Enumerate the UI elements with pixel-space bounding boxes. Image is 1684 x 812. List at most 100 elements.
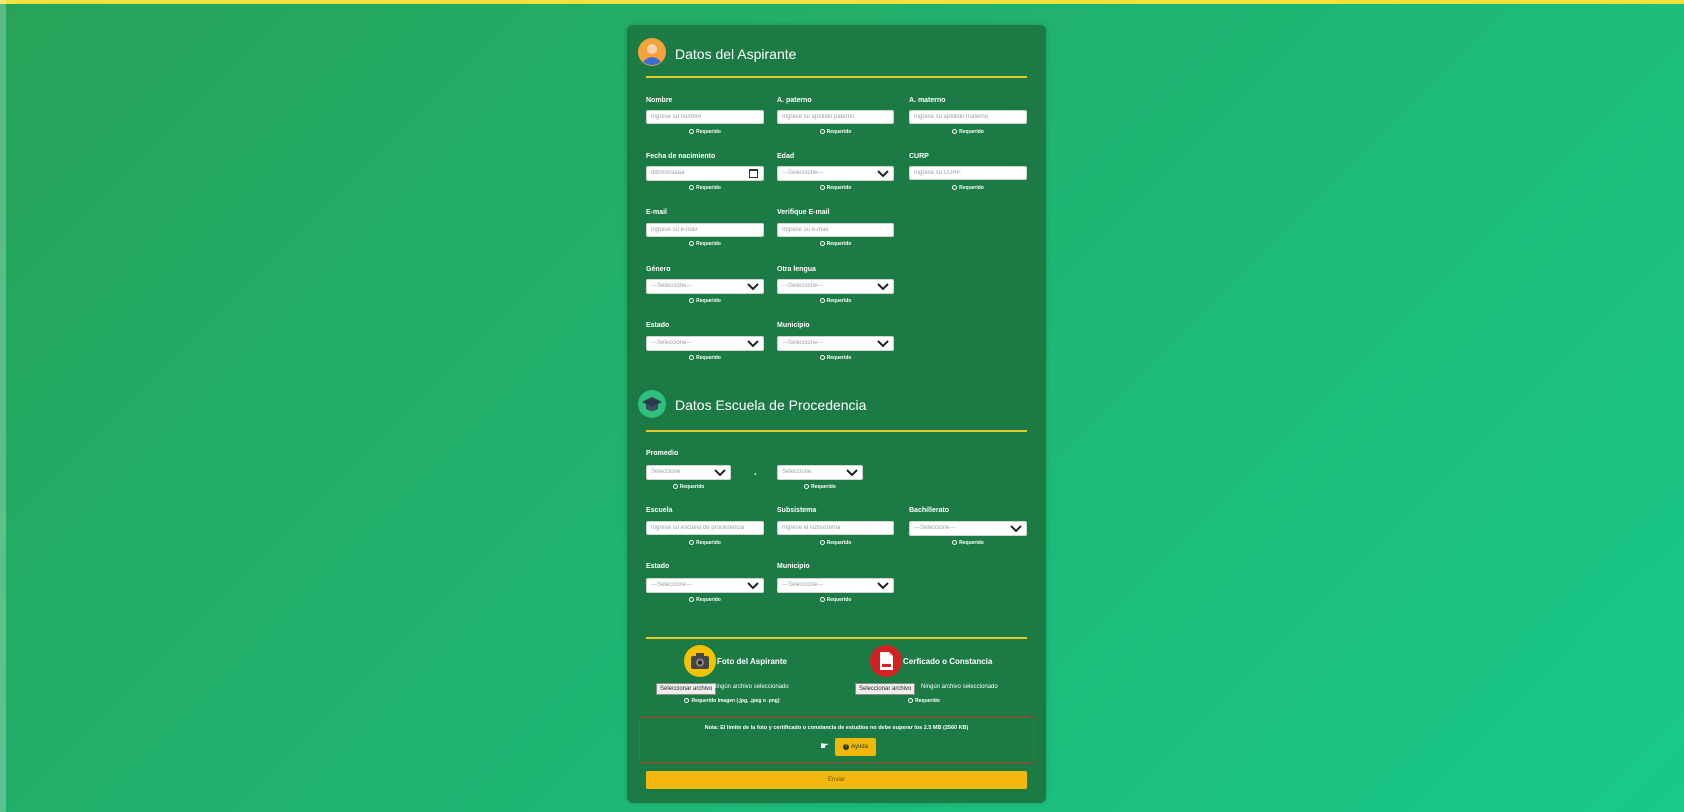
subsistema-label: Subsistema: [777, 507, 817, 514]
help-button[interactable]: ? Ayuda: [835, 738, 876, 756]
required-icon: [672, 484, 678, 489]
section-divider: [646, 76, 1027, 78]
escuela-municipio-select[interactable]: ---Seleccione---: [777, 578, 894, 593]
required-note: Requerido: [646, 540, 764, 546]
top-accent-line: [0, 0, 1684, 4]
info-icon: ?: [843, 744, 850, 750]
required-icon: [689, 597, 695, 602]
camera-icon: [684, 645, 716, 677]
bachillerato-select[interactable]: ---Seleccione---: [909, 521, 1027, 536]
required-note: Requerido: [777, 355, 894, 361]
nombre-input[interactable]: [646, 110, 764, 124]
person-avatar-icon: [638, 38, 666, 66]
promedio-decimal-select[interactable]: Seleccione: [777, 465, 863, 480]
genero-select[interactable]: ---Seleccione---: [646, 279, 764, 294]
required-icon: [819, 185, 825, 190]
required-note: Requerido: [646, 355, 764, 361]
submit-button[interactable]: Enviar: [646, 771, 1027, 789]
materno-label: A. materno: [909, 97, 946, 104]
required-icon: [952, 540, 958, 545]
promedio-separator: .: [754, 467, 757, 478]
paterno-input[interactable]: [777, 110, 894, 124]
calendar-icon: [749, 169, 758, 178]
paterno-label: A. paterno: [777, 97, 812, 104]
section-title-aspirante: Datos del Aspirante: [675, 46, 797, 62]
required-note: Requerido: [909, 129, 1027, 135]
graduation-cap-icon: [638, 390, 666, 418]
chevron-down-icon: [714, 469, 726, 477]
escuela-estado-select[interactable]: ---Seleccione---: [646, 578, 764, 593]
lengua-label: Otra lengua: [777, 266, 816, 273]
required-icon: [689, 129, 695, 134]
chevron-down-icon: [747, 340, 759, 348]
required-icon: [908, 698, 914, 703]
required-note: Requerido: [777, 129, 894, 135]
pointing-hand-icon: ☛: [820, 741, 829, 752]
required-note: Requerido: [777, 298, 894, 304]
left-edge: [0, 0, 6, 812]
chevron-down-icon: [1010, 525, 1022, 533]
section-divider: [646, 637, 1027, 639]
email-verify-label: Verifique E-mail: [777, 209, 830, 216]
escuela-municipio-label: Municipio: [777, 563, 810, 570]
required-note: Requerido: [777, 597, 894, 603]
certificado-title: Cerficado o Constancia: [903, 657, 993, 666]
required-icon: [689, 185, 695, 190]
required-note: Requerido: [777, 540, 894, 546]
required-icon: [689, 298, 695, 303]
required-icon: [689, 355, 695, 360]
chevron-down-icon: [877, 170, 889, 178]
materno-input[interactable]: [909, 110, 1027, 124]
promedio-entero-select[interactable]: Seleccione: [646, 465, 731, 480]
certificado-file-status: Ningún archivo seleccionado: [921, 684, 998, 690]
required-icon: [819, 597, 825, 602]
required-icon: [689, 540, 695, 545]
email-label: E-mail: [646, 209, 668, 216]
required-icon: [819, 129, 825, 134]
fecha-nacimiento-input[interactable]: dd/mm/aaaa: [646, 166, 764, 181]
note-text: Nota: El límite de la foto y certificado…: [704, 725, 969, 731]
required-note: Requerido: [646, 129, 764, 135]
required-note: Requerido: [909, 185, 1027, 191]
pdf-icon: [870, 645, 902, 677]
chevron-down-icon: [877, 283, 889, 291]
required-icon: [952, 129, 958, 134]
required-icon: [952, 185, 958, 190]
foto-file-status: Ningún archivo seleccionado: [712, 684, 789, 690]
genero-label: Género: [646, 266, 671, 273]
email-input[interactable]: [646, 223, 764, 237]
foto-file-button[interactable]: Seleccionar archivo: [656, 683, 717, 695]
curp-label: CURP: [909, 153, 929, 160]
required-note: Requerido: [646, 484, 731, 490]
lengua-select[interactable]: ---Seleccione---: [777, 279, 894, 294]
chevron-down-icon: [877, 582, 889, 590]
municipio-label: Municipio: [777, 322, 810, 329]
required-note: Requerido: [777, 241, 894, 247]
required-note: Requerido: [646, 185, 764, 191]
edad-select[interactable]: ---Seleccione---: [777, 166, 894, 181]
promedio-label: Promedio: [646, 450, 679, 457]
chevron-down-icon: [747, 582, 759, 590]
foto-required-note: Requerido Imagen (.jpg, .jpeg o .png): [677, 698, 787, 704]
registration-form-card: Datos del Aspirante Nombre Requerido A. …: [627, 25, 1046, 803]
required-note: Requerido: [646, 298, 764, 304]
required-icon: [689, 241, 695, 246]
edad-label: Edad: [777, 153, 795, 160]
required-icon: [819, 298, 825, 303]
escuela-input[interactable]: [646, 521, 764, 535]
bachillerato-label: Bachillerato: [909, 507, 950, 514]
escuela-estado-label: Estado: [646, 563, 670, 570]
certificado-required-note: Requerido: [889, 698, 959, 704]
nombre-label: Nombre: [646, 97, 673, 104]
certificado-file-button[interactable]: Seleccionar archivo: [855, 683, 916, 695]
required-note: Requerido: [646, 241, 764, 247]
required-icon: [819, 355, 825, 360]
subsistema-input[interactable]: [777, 521, 894, 535]
required-icon: [804, 484, 810, 489]
municipio-select[interactable]: ---Seleccione---: [777, 336, 894, 351]
curp-input[interactable]: [909, 166, 1027, 180]
required-icon: [684, 698, 690, 703]
estado-select[interactable]: ---Seleccione---: [646, 336, 764, 351]
email-verify-input[interactable]: [777, 223, 894, 237]
chevron-down-icon: [877, 340, 889, 348]
